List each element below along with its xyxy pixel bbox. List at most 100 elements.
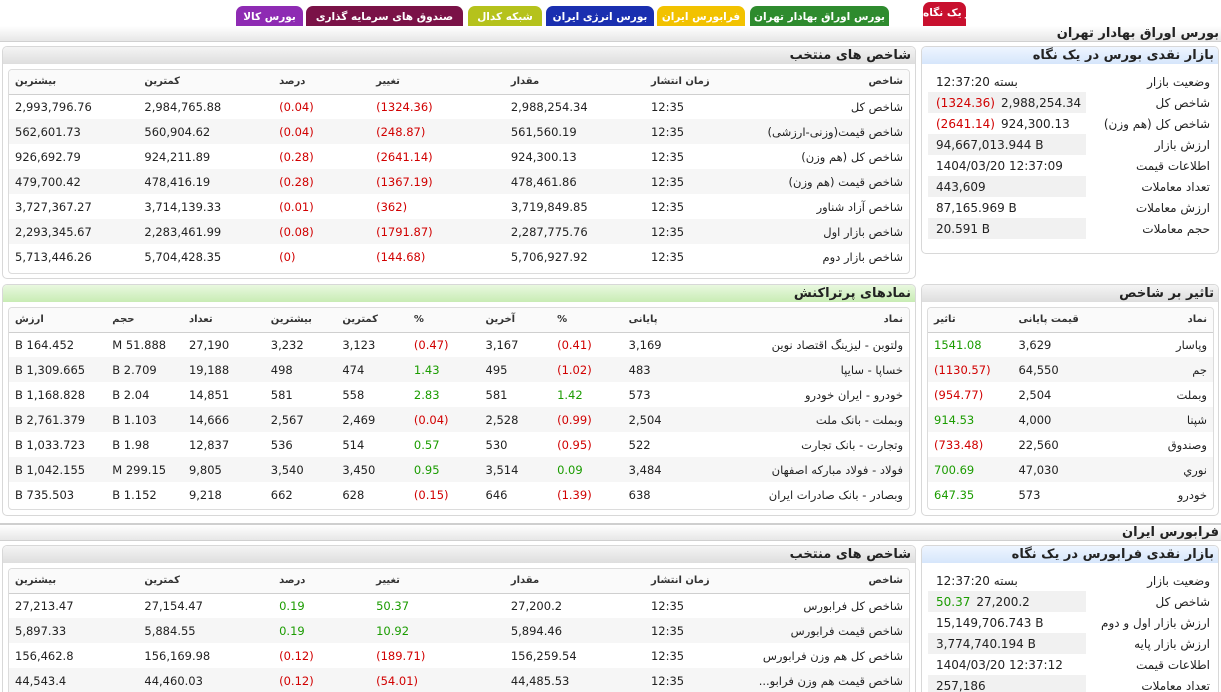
column-header[interactable]: بیشترین (9, 569, 139, 594)
column-header[interactable]: % (551, 308, 623, 333)
table-row[interactable]: شاخص قیمت هم وزن فرابو... 12:35 44,485.53(… (9, 668, 909, 692)
table-row[interactable]: جم 64,550 (1130.57) (928, 357, 1213, 382)
row-label[interactable]: شاخص بازار اول (731, 219, 909, 244)
column-header[interactable]: بیشترین (9, 70, 139, 95)
table-row[interactable]: شاخص بازار اول 12:35 2,287,775.76 (1791.87)… (9, 219, 909, 244)
cell-value: 735.503 B (15, 487, 75, 502)
column-header[interactable]: مقدار (504, 70, 645, 95)
tab-5[interactable]: صندوق های سرمایه گذاری (306, 6, 463, 28)
row-label[interactable]: شاخص کل هم وزن فرابورس (731, 643, 909, 668)
row-label[interactable]: خودرو - ایران خودرو (694, 382, 909, 407)
row-label[interactable]: نوري (1096, 457, 1213, 482)
column-header[interactable]: حجم (106, 308, 183, 333)
column-header[interactable]: نماد (1096, 308, 1213, 333)
column-header[interactable]: بیشترین (264, 308, 337, 333)
summary-key: ارزش بازار اول و دوم (1101, 615, 1210, 630)
row-label[interactable]: فولاد - فولاد مبارکه اصفهان (694, 457, 909, 482)
column-header[interactable]: شاخص (731, 569, 909, 594)
row-label[interactable]: وبملت - بانک ملت (694, 407, 909, 432)
row-label[interactable]: وصندوق (1097, 432, 1213, 457)
column-header[interactable]: شاخص (731, 70, 909, 95)
table-row[interactable]: وبصادر - بانک صادرات ایران 638 (1.39) 646 (0… (9, 482, 909, 507)
tab-1[interactable]: بورس اوراق بهادار تهران (750, 6, 889, 28)
column-header[interactable]: ارزش (9, 308, 107, 333)
row-label[interactable]: خودرو (1097, 482, 1213, 507)
row-label[interactable]: شاخص بازار دوم (731, 244, 909, 269)
tse-impact-panel: تاثیر بر شاخص نماد قیمت پایانی تاثیر وپاسار… (921, 284, 1219, 516)
table-row[interactable]: وپاسار 3,629 1541.08 (928, 332, 1213, 357)
table-row[interactable]: وصندوق 22,560 (733.48) (928, 432, 1213, 457)
tab-0[interactable]: در یک نگاه (923, 2, 977, 28)
table-row[interactable]: ولتوبن - لیزینگ اقتصاد نوین 3,169 (0.41) 3,… (9, 332, 909, 357)
column-header[interactable]: زمان انتشار (644, 569, 732, 594)
table-row[interactable]: خودرو - ایران خودرو 573 1.42 581 2.83 558 581 1… (9, 382, 909, 407)
column-header[interactable]: پایانی (622, 308, 695, 333)
summary-row: وضعیت بازار بسته 12:37:20 (928, 570, 1214, 591)
column-header[interactable]: درصد (273, 569, 371, 594)
row-label[interactable]: خساپا - سایپا (694, 357, 909, 382)
table-row[interactable]: شاخص قیمت فرابورس 12:35 5,894.46 10.92 0.19 5… (9, 618, 909, 643)
column-header[interactable]: درصد (273, 70, 371, 95)
cell-value: 50.37 (376, 598, 410, 613)
row-label[interactable]: وپاسار (1097, 332, 1213, 357)
table-row[interactable]: شاخص قیمت (هم وزن) 12:35 478,461.86 (1367.1… (9, 169, 909, 194)
tab-6[interactable]: بورس کالا (236, 6, 303, 28)
table-row[interactable]: شاخص کل هم وزن فرابورس 12:35 156,259.54 (18… (9, 643, 909, 668)
column-header[interactable]: تعداد (182, 308, 265, 333)
column-header[interactable]: قیمت پایانی (1012, 308, 1097, 333)
tab-4[interactable]: شبکه کدال (468, 6, 542, 28)
column-header[interactable]: مقدار (504, 569, 645, 594)
row-label[interactable]: شاخص کل (هم وزن) (731, 144, 909, 169)
tab-3[interactable]: بورس انرژی ایران (546, 6, 654, 28)
column-header[interactable]: آخرین (479, 308, 552, 333)
row-label[interactable]: شپنا (1096, 407, 1213, 432)
row-label[interactable]: وبصادر - بانک صادرات ایران (694, 482, 909, 507)
row-label[interactable]: شاخص قیمت (هم وزن) (731, 169, 909, 194)
table-row[interactable]: شاخص کل فرابورس 12:35 27,200.2 50.37 0.19 27,… (9, 593, 909, 618)
table-row[interactable]: شاخص کل 12:35 2,988,254.34 (1324.36) (0.04) 2… (9, 94, 909, 119)
cell-value: 0.09 (551, 457, 623, 482)
column-header[interactable]: تغییر (370, 569, 505, 594)
row-label[interactable]: جم (1096, 357, 1213, 382)
column-header[interactable]: کمترین (336, 308, 408, 333)
row-label[interactable]: شاخص قیمت(وزنی-ارزشی) (731, 119, 909, 144)
row-label[interactable]: شاخص قیمت فرابورس (731, 618, 909, 643)
table-row[interactable]: شاخص آزاد شناور 12:35 3,719,849.85 (362) (0.… (9, 194, 909, 219)
tab-2[interactable]: فرابورس ایران (657, 6, 745, 28)
row-label[interactable]: وبملت (1097, 382, 1213, 407)
row-label[interactable]: شاخص آزاد شناور (731, 194, 909, 219)
table-row[interactable]: وبملت - بانک ملت 2,504 (0.99) 2,528 (0.04) 2,… (9, 407, 909, 432)
summary-value: بسته 12:37:20 (936, 573, 1018, 588)
column-header[interactable]: نماد (694, 308, 909, 333)
row-label[interactable]: شاخص کل فرابورس (731, 593, 909, 618)
column-header[interactable]: % (407, 308, 480, 333)
cell-value: 156,169.98 (144, 648, 211, 663)
table-row[interactable]: وتجارت - بانک تجارت 522 (0.95) 530 0.57 514 53… (9, 432, 909, 457)
cell-value: (54.01) (370, 668, 505, 692)
table-row[interactable]: خودرو 573 647.35 (928, 482, 1213, 507)
table-row[interactable]: شاخص کل (هم وزن) 12:35 924,300.13 (2641.14)… (9, 144, 909, 169)
column-header[interactable]: زمان انتشار (644, 70, 732, 95)
cell-value: 3,450 (336, 457, 408, 482)
ifb-section-title: فرابورس ایران (0, 525, 1221, 541)
table-row[interactable]: شپنا 4,000 914.53 (928, 407, 1213, 432)
cell-value: (0.12) (273, 668, 371, 692)
table-row[interactable]: خساپا - سایپا 483 (1.02) 495 1.43 474 498 19,18… (9, 357, 909, 382)
table-row[interactable]: فولاد - فولاد مبارکه اصفهان 3,484 0.09 3,51… (9, 457, 909, 482)
row-label[interactable]: وتجارت - بانک تجارت (694, 432, 909, 457)
table-row[interactable]: نوري 47,030 700.69 (928, 457, 1213, 482)
column-header[interactable]: کمترین (138, 70, 274, 95)
tse-summary-table: وضعیت بازار بسته 12:37:20 شاخص کل (1324.36)… (928, 71, 1214, 239)
column-header[interactable]: تاثیر (928, 308, 1013, 333)
row-label[interactable]: ولتوبن - لیزینگ اقتصاد نوین (694, 332, 909, 357)
cell-value: 483 (622, 357, 695, 382)
column-header[interactable]: کمترین (138, 569, 274, 594)
table-row[interactable]: شاخص بازار دوم 12:35 5,706,927.92 (144.68) (… (9, 244, 909, 269)
row-label[interactable]: شاخص کل (731, 94, 909, 119)
cell-value: 5,704,428.35 (144, 249, 222, 264)
table-row[interactable]: شاخص قیمت(وزنی-ارزشی) 12:35 561,560.19 (248… (9, 119, 909, 144)
table-row[interactable]: وبملت 2,504 (954.77) (928, 382, 1213, 407)
cell-value: 478,416.19 (138, 169, 274, 194)
row-label[interactable]: شاخص قیمت هم وزن فرابو... (731, 668, 909, 692)
column-header[interactable]: تغییر (370, 70, 505, 95)
